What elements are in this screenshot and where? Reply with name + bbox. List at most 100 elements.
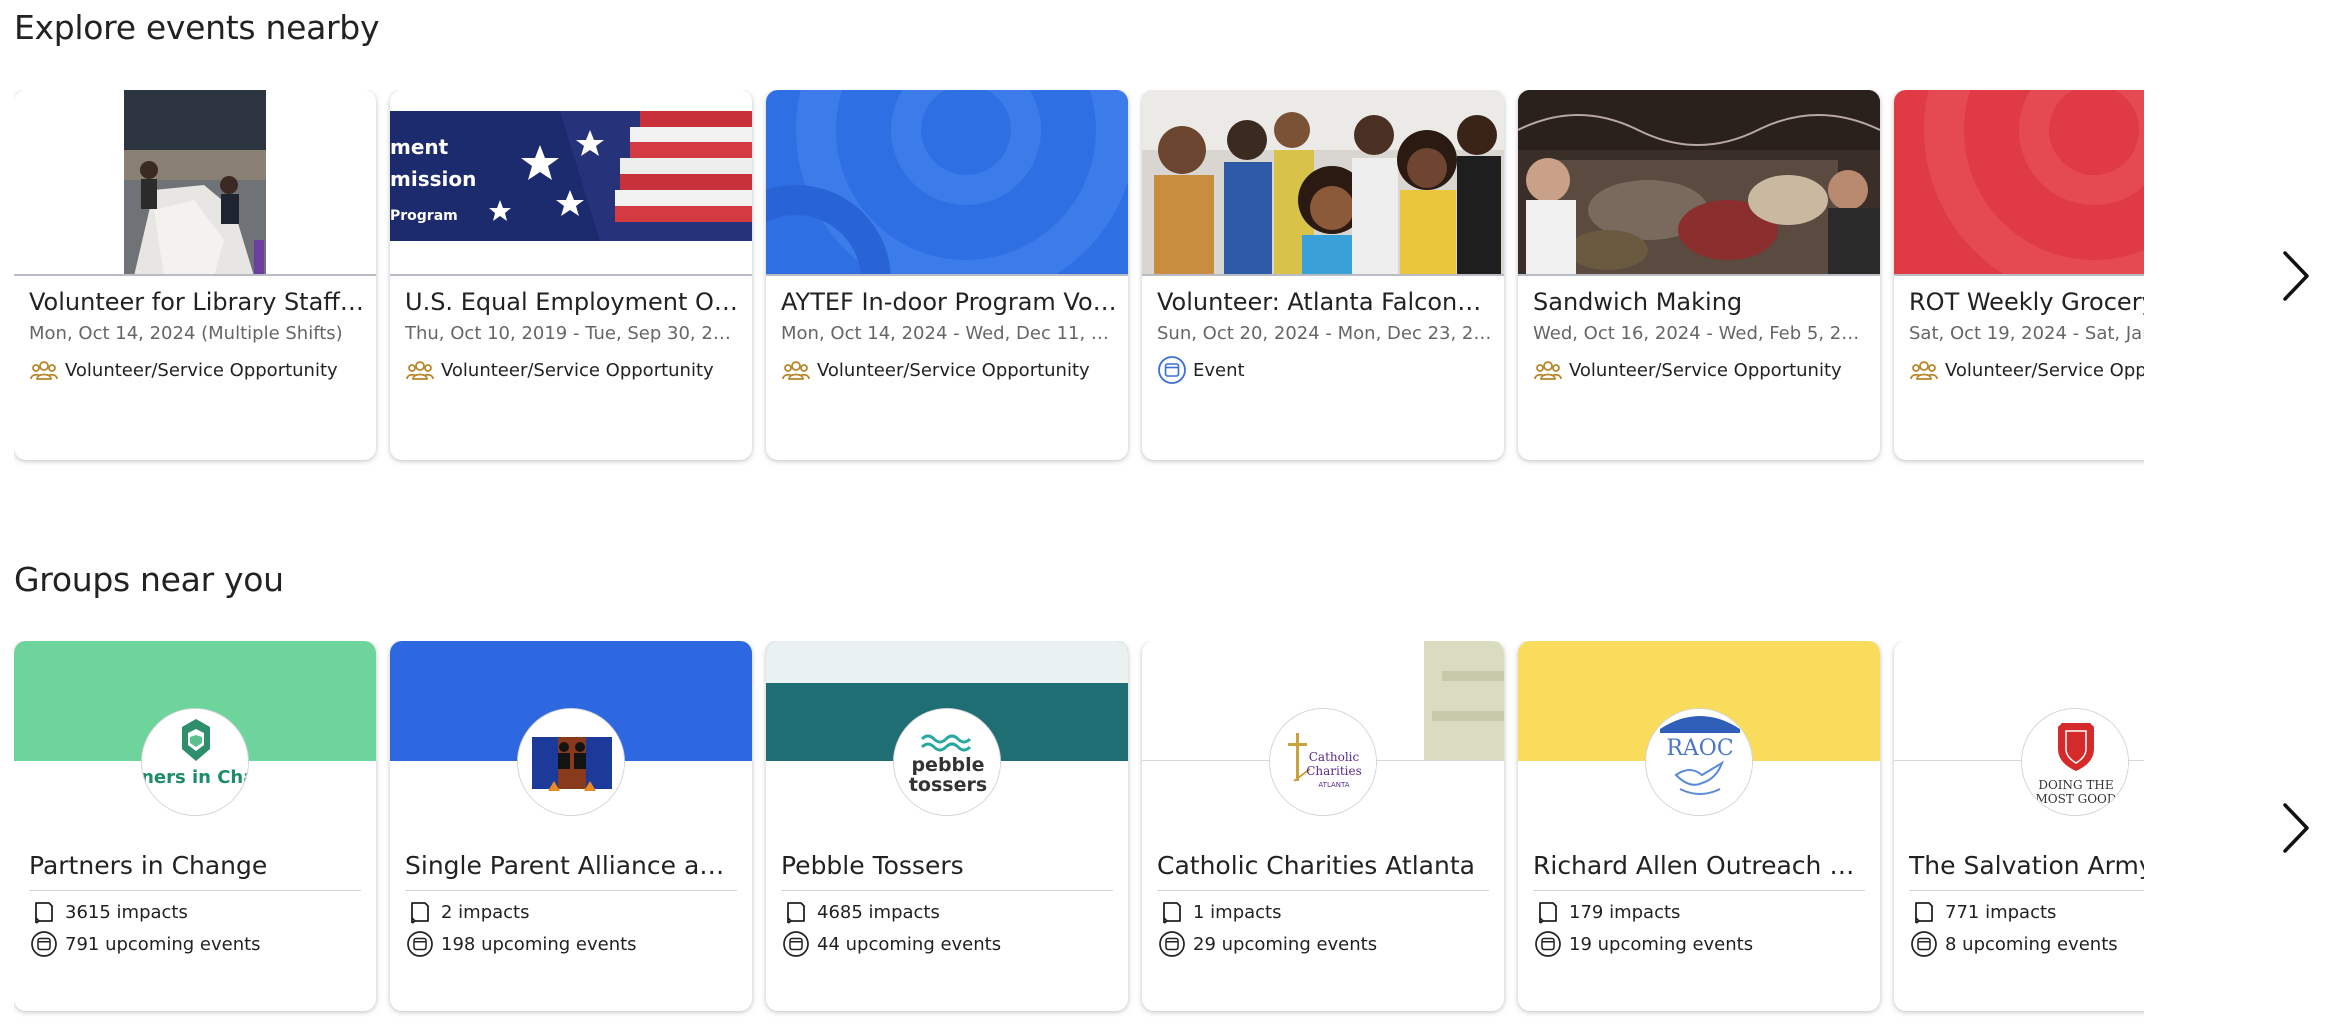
group-logo: RAOC: [1645, 708, 1753, 816]
svg-text:mission: mission: [390, 167, 476, 191]
svg-text:Catholic: Catholic: [1309, 750, 1360, 764]
event-card[interactable]: AYTEF In-door Program Volunteer Mon, Oct…: [766, 90, 1128, 460]
group-logo: Partners in Change: [141, 708, 249, 816]
event-type-label: Event: [1193, 359, 1245, 381]
image-divider: [1894, 274, 2144, 276]
event-card[interactable]: Volunteer for Library Staff Appreciation…: [14, 90, 376, 460]
calendar-icon: [1533, 929, 1563, 959]
group-card[interactable]: DOING THE MOST GOOD The Salvation Army 7…: [1894, 641, 2144, 1011]
groups-next-button[interactable]: [2276, 800, 2316, 860]
impacts-label: 2 impacts: [441, 901, 530, 923]
events-next-button[interactable]: [2276, 248, 2316, 308]
svg-text:tossers: tossers: [909, 774, 987, 796]
calendar-icon: [1909, 929, 1939, 959]
group-events: 198 upcoming events: [405, 929, 637, 959]
event-title[interactable]: AYTEF In-door Program Volunteer: [781, 288, 1117, 316]
event-card[interactable]: ROT Weekly Grocery Distribution Sat, Oct…: [1894, 90, 2144, 460]
event-type: Volunteer/Service Opportunity: [781, 355, 1090, 385]
group-events: 44 upcoming events: [781, 929, 1001, 959]
impact-icon: [1909, 897, 1939, 927]
group-name[interactable]: Pebble Tossers: [781, 851, 1113, 880]
event-image: [1518, 90, 1880, 276]
impact-icon: [1157, 897, 1187, 927]
divider: [405, 890, 737, 891]
group-card[interactable]: RAOC Richard Allen Outreach Center 179 i…: [1518, 641, 1880, 1011]
event-date: Mon, Oct 14, 2024 (Multiple Shifts): [29, 323, 343, 344]
event-image: [1142, 90, 1504, 276]
image-divider: [1518, 274, 1880, 276]
impacts-label: 1 impacts: [1193, 901, 1282, 923]
people-group-icon: [1533, 355, 1563, 385]
event-title[interactable]: Volunteer: Atlanta Falcons Community: [1157, 288, 1493, 316]
people-group-icon: [1909, 355, 1939, 385]
event-type-label: Volunteer/Service Opportunity: [1569, 359, 1842, 381]
group-name[interactable]: Single Parent Alliance and Resource Cent…: [405, 851, 737, 880]
section-title-events: Explore events nearby: [14, 8, 380, 47]
event-title[interactable]: ROT Weekly Grocery Distribution: [1909, 288, 2144, 316]
calendar-icon: [29, 929, 59, 959]
svg-text:ATLANTA: ATLANTA: [1318, 781, 1349, 789]
upcoming-events-label: 198 upcoming events: [441, 933, 637, 955]
impacts-label: 3615 impacts: [65, 901, 188, 923]
group-events: 8 upcoming events: [1909, 929, 2118, 959]
group-impacts: 771 impacts: [1909, 897, 2056, 927]
group-impacts: 4685 impacts: [781, 897, 940, 927]
group-logo-text: Partners in Change: [142, 767, 249, 788]
people-group-icon: [781, 355, 811, 385]
svg-text:DOING THE: DOING THE: [2038, 778, 2113, 792]
event-type: Volunteer/Service Opportunity: [29, 355, 338, 385]
events-carousel: Volunteer for Library Staff Appreciation…: [14, 90, 2144, 466]
event-title[interactable]: Volunteer for Library Staff Appreciation: [29, 288, 365, 316]
svg-text:Program: Program: [390, 208, 458, 224]
group-card[interactable]: Catholic Charities ATLANTA Catholic Char…: [1142, 641, 1504, 1011]
group-impacts: 179 impacts: [1533, 897, 1680, 927]
group-card[interactable]: Partners in Change Partners in Change 36…: [14, 641, 376, 1011]
group-name[interactable]: Partners in Change: [29, 851, 361, 880]
divider: [1533, 890, 1865, 891]
calendar-icon: [405, 929, 435, 959]
group-impacts: 3615 impacts: [29, 897, 188, 927]
group-events: 29 upcoming events: [1157, 929, 1377, 959]
impact-icon: [1533, 897, 1563, 927]
group-logo: [517, 708, 625, 816]
group-card[interactable]: Single Parent Alliance and Resource Cent…: [390, 641, 752, 1011]
people-group-icon: [29, 355, 59, 385]
group-name[interactable]: Richard Allen Outreach Center: [1533, 851, 1865, 880]
event-card[interactable]: Sandwich Making Wed, Oct 16, 2024 - Wed,…: [1518, 90, 1880, 460]
svg-text:MOST GOOD: MOST GOOD: [2035, 792, 2116, 806]
group-logo: DOING THE MOST GOOD: [2021, 708, 2129, 816]
impact-icon: [29, 897, 59, 927]
upcoming-events-label: 29 upcoming events: [1193, 933, 1378, 955]
event-image: [14, 90, 376, 276]
upcoming-events-label: 44 upcoming events: [817, 933, 1002, 955]
upcoming-events-label: 19 upcoming events: [1569, 933, 1754, 955]
divider: [1157, 890, 1489, 891]
event-image: ment mission Program: [390, 90, 752, 276]
event-card[interactable]: Volunteer: Atlanta Falcons Community Sun…: [1142, 90, 1504, 460]
group-name[interactable]: The Salvation Army: [1909, 851, 2144, 880]
image-divider: [390, 274, 752, 276]
event-title[interactable]: U.S. Equal Employment Opportunity Commis…: [405, 288, 741, 316]
event-date: Mon, Oct 14, 2024 - Wed, Dec 11, 2024: [781, 323, 1117, 344]
svg-text:Charities: Charities: [1306, 764, 1362, 778]
event-title[interactable]: Sandwich Making: [1533, 288, 1869, 316]
impacts-label: 179 impacts: [1569, 901, 1681, 923]
event-date: Sat, Oct 19, 2024 - Sat, Jan 4, 2025: [1909, 323, 2144, 344]
divider: [1909, 890, 2144, 891]
image-divider: [1142, 274, 1504, 276]
svg-text:ment: ment: [390, 135, 449, 159]
event-type: Event: [1157, 355, 1245, 385]
event-image: [766, 90, 1128, 276]
group-logo: Catholic Charities ATLANTA: [1269, 708, 1377, 816]
group-events: 791 upcoming events: [29, 929, 261, 959]
section-title-groups: Groups near you: [14, 560, 284, 599]
people-group-icon: [405, 355, 435, 385]
event-card[interactable]: ment mission Program U.S. Equal Employme…: [390, 90, 752, 460]
impact-icon: [781, 897, 811, 927]
chevron-right-icon: [2281, 250, 2311, 306]
group-logo: pebble tossers: [893, 708, 1001, 816]
group-name[interactable]: Catholic Charities Atlanta: [1157, 851, 1489, 880]
chevron-right-icon: [2281, 802, 2311, 858]
calendar-icon: [1157, 929, 1187, 959]
group-card[interactable]: pebble tossers Pebble Tossers 4685 impac…: [766, 641, 1128, 1011]
